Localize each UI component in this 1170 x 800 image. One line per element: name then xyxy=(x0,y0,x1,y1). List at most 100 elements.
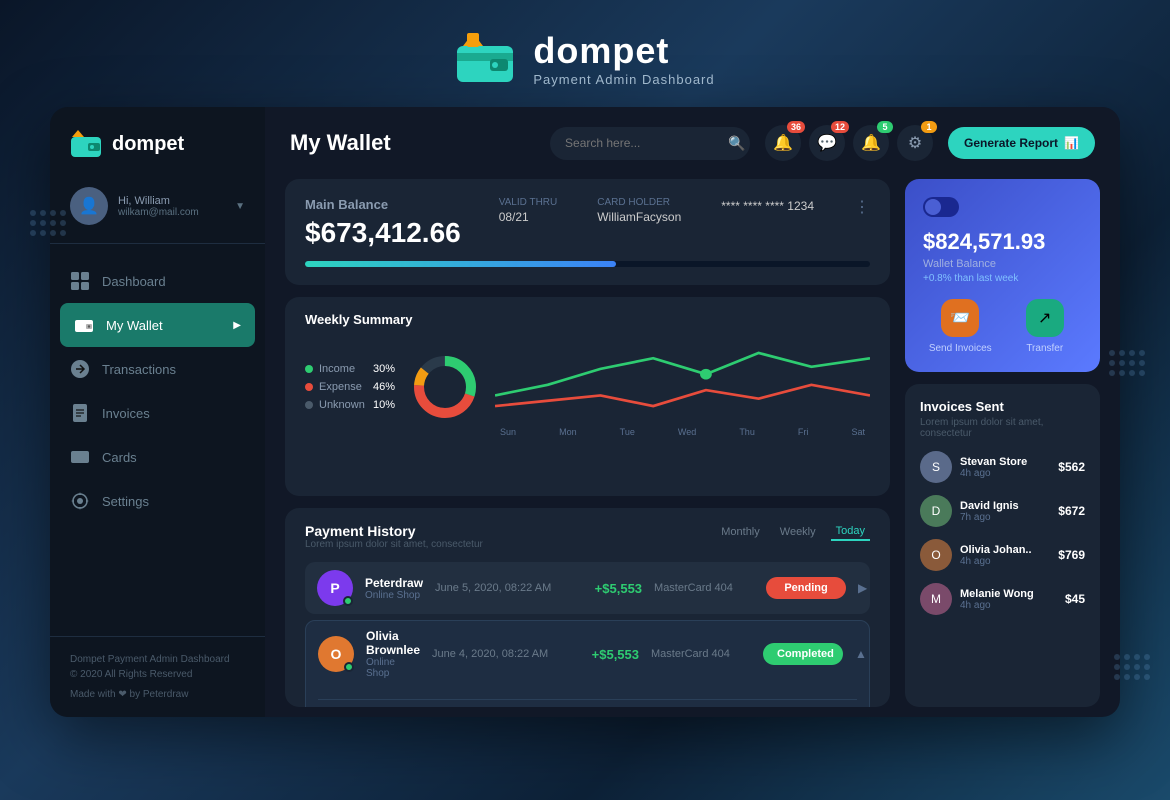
invoice-name: David Ignis xyxy=(960,500,1050,512)
line-chart-area: Sun Mon Tue Wed Thu Fri Sat xyxy=(495,337,870,437)
list-item: S Stevan Store 4h ago $562 xyxy=(920,451,1085,483)
filter-monthly[interactable]: Monthly xyxy=(716,524,765,540)
row-collapse-icon[interactable]: ▲ xyxy=(855,647,867,661)
income-label: Income xyxy=(319,363,355,375)
right-column: $824,571.93 Wallet Balance +0.8% than la… xyxy=(905,179,1100,707)
payment-amount: +$5,553 xyxy=(577,581,642,596)
chart-label-tue: Tue xyxy=(620,427,635,437)
settings-badge: 1 xyxy=(921,121,937,133)
weekly-content: Income 30% Expense 46% Unknown xyxy=(305,337,870,437)
legend-income: Income 30% xyxy=(305,363,395,375)
sidebar-item-cards[interactable]: Cards xyxy=(50,435,265,479)
app-logo-icon xyxy=(455,31,515,86)
dashboard-container: dompet 👤 Hi, William wilkam@mail.com ▼ D… xyxy=(50,107,1120,717)
invoice-info: Stevan Store 4h ago xyxy=(960,456,1050,479)
search-input[interactable] xyxy=(565,136,720,150)
sidebar-item-my-wallet[interactable]: My Wallet ▶ xyxy=(60,303,255,347)
invoice-info: Olivia Johan.. 4h ago xyxy=(960,544,1050,567)
card-holder-label: CARD HOLDER xyxy=(597,197,681,208)
chart-label-mon: Mon xyxy=(559,427,577,437)
user-greeting: Hi, William xyxy=(118,195,225,207)
wallet-actions: 📨 Send Invoices ↗ Transfer xyxy=(923,299,1082,354)
search-button[interactable]: 🔍 xyxy=(728,135,745,152)
payer-shop: Online Shop xyxy=(365,590,423,601)
notification-alert-button[interactable]: 🔔 5 xyxy=(853,125,889,161)
invoice-amount: $562 xyxy=(1058,460,1085,474)
invoice-avatar-olivia: O xyxy=(920,539,952,571)
nav-arrow-icon: ▶ xyxy=(233,320,241,331)
payment-detail: ID Payment #00123521 Payment Method Mast… xyxy=(318,699,857,707)
invoice-name: Melanie Wong xyxy=(960,588,1057,600)
sidebar-item-settings-label: Settings xyxy=(102,494,149,509)
chart-label-wed: Wed xyxy=(678,427,696,437)
list-item: D David Ignis 7h ago $672 xyxy=(920,495,1085,527)
sidebar-item-cards-label: Cards xyxy=(102,450,137,465)
payment-title: Payment History xyxy=(305,523,716,539)
chart-label-sun: Sun xyxy=(500,427,516,437)
invoice-time: 7h ago xyxy=(960,512,1050,523)
chat-badge: 12 xyxy=(831,121,849,133)
sidebar-item-invoices[interactable]: Invoices xyxy=(50,391,265,435)
options-icon[interactable]: ⋮ xyxy=(854,197,870,226)
chart-label-thu: Thu xyxy=(739,427,755,437)
invoices-title: Invoices Sent xyxy=(920,399,1085,414)
payment-title-group: Payment History Lorem ipsum dolor sit am… xyxy=(305,523,716,550)
invoice-amount: $769 xyxy=(1058,548,1085,562)
expense-value: 46% xyxy=(373,381,395,393)
payment-row-main: O Olivia Brownlee Online Shop June 4, 20… xyxy=(318,629,857,679)
notification-chat-button[interactable]: 💬 12 xyxy=(809,125,845,161)
valid-thru-info: VALID THRU 08/21 xyxy=(499,197,558,226)
sidebar-logo: dompet xyxy=(50,107,265,177)
invoices-subtitle: Lorem ipsum dolor sit amet, consectetur xyxy=(920,417,1085,439)
main-content: My Wallet 🔍 🔔 36 💬 12 🔔 5 xyxy=(265,107,1120,717)
payer-shop: Online Shop xyxy=(366,657,420,679)
wallet-toggle[interactable] xyxy=(923,197,959,217)
generate-btn-label: Generate Report xyxy=(964,136,1058,150)
row-expand-icon[interactable]: ▶ xyxy=(858,581,867,595)
filter-weekly[interactable]: Weekly xyxy=(775,524,821,540)
filter-today[interactable]: Today xyxy=(831,523,870,541)
payment-info: Peterdraw Online Shop xyxy=(365,576,423,601)
brand-name: dompet xyxy=(533,30,714,72)
brand-subtitle: Payment Admin Dashboard xyxy=(533,72,714,87)
payment-amount: +$5,553 xyxy=(574,647,639,662)
expense-label: Expense xyxy=(319,381,362,393)
card-holder-value: WilliamFacyson xyxy=(597,210,681,224)
list-item: O Olivia Johan.. 4h ago $769 xyxy=(920,539,1085,571)
payment-avatar-peterdraw: P xyxy=(317,570,353,606)
generate-report-button[interactable]: Generate Report 📊 xyxy=(948,127,1095,159)
weekly-title: Weekly Summary xyxy=(305,312,870,327)
unknown-dot xyxy=(305,401,313,409)
sidebar-item-settings[interactable]: Settings xyxy=(50,479,265,523)
sidebar-item-transactions[interactable]: Transactions xyxy=(50,347,265,391)
balance-progress-bar xyxy=(305,261,870,267)
notification-bell-button[interactable]: 🔔 36 xyxy=(765,125,801,161)
payer-name: Olivia Brownlee xyxy=(366,629,420,657)
chart-label-sat: Sat xyxy=(851,427,865,437)
transactions-icon xyxy=(70,359,90,379)
cards-icon xyxy=(70,447,90,467)
user-info: Hi, William wilkam@mail.com xyxy=(118,195,225,218)
balance-card: Main Balance VALID THRU 08/21 CARD HOLDE… xyxy=(285,179,890,285)
sidebar-item-invoices-label: Invoices xyxy=(102,406,150,421)
weekly-summary-card: Weekly Summary Income 30% Expense xyxy=(285,297,890,496)
send-invoices-action[interactable]: 📨 Send Invoices xyxy=(923,299,998,354)
sidebar-item-dashboard[interactable]: Dashboard xyxy=(50,259,265,303)
page-title: My Wallet xyxy=(290,130,535,156)
transfer-action[interactable]: ↗ Transfer xyxy=(1008,299,1083,354)
notification-settings-button[interactable]: ⚙ 1 xyxy=(897,125,933,161)
chevron-down-icon: ▼ xyxy=(235,201,245,212)
send-invoices-label: Send Invoices xyxy=(929,343,992,354)
chart-label-fri: Fri xyxy=(798,427,809,437)
invoice-info: David Ignis 7h ago xyxy=(960,500,1050,523)
sidebar-item-dashboard-label: Dashboard xyxy=(102,274,166,289)
invoice-amount: $672 xyxy=(1058,504,1085,518)
top-bar: My Wallet 🔍 🔔 36 💬 12 🔔 5 xyxy=(265,107,1120,179)
search-box: 🔍 xyxy=(550,127,750,160)
bell-badge: 36 xyxy=(787,121,805,133)
legend-expense: Expense 46% xyxy=(305,381,395,393)
toggle-thumb xyxy=(925,199,941,215)
unknown-value: 10% xyxy=(373,399,395,411)
card-number-info: **** **** **** 1234 xyxy=(721,197,814,226)
sidebar-user[interactable]: 👤 Hi, William wilkam@mail.com ▼ xyxy=(50,177,265,244)
